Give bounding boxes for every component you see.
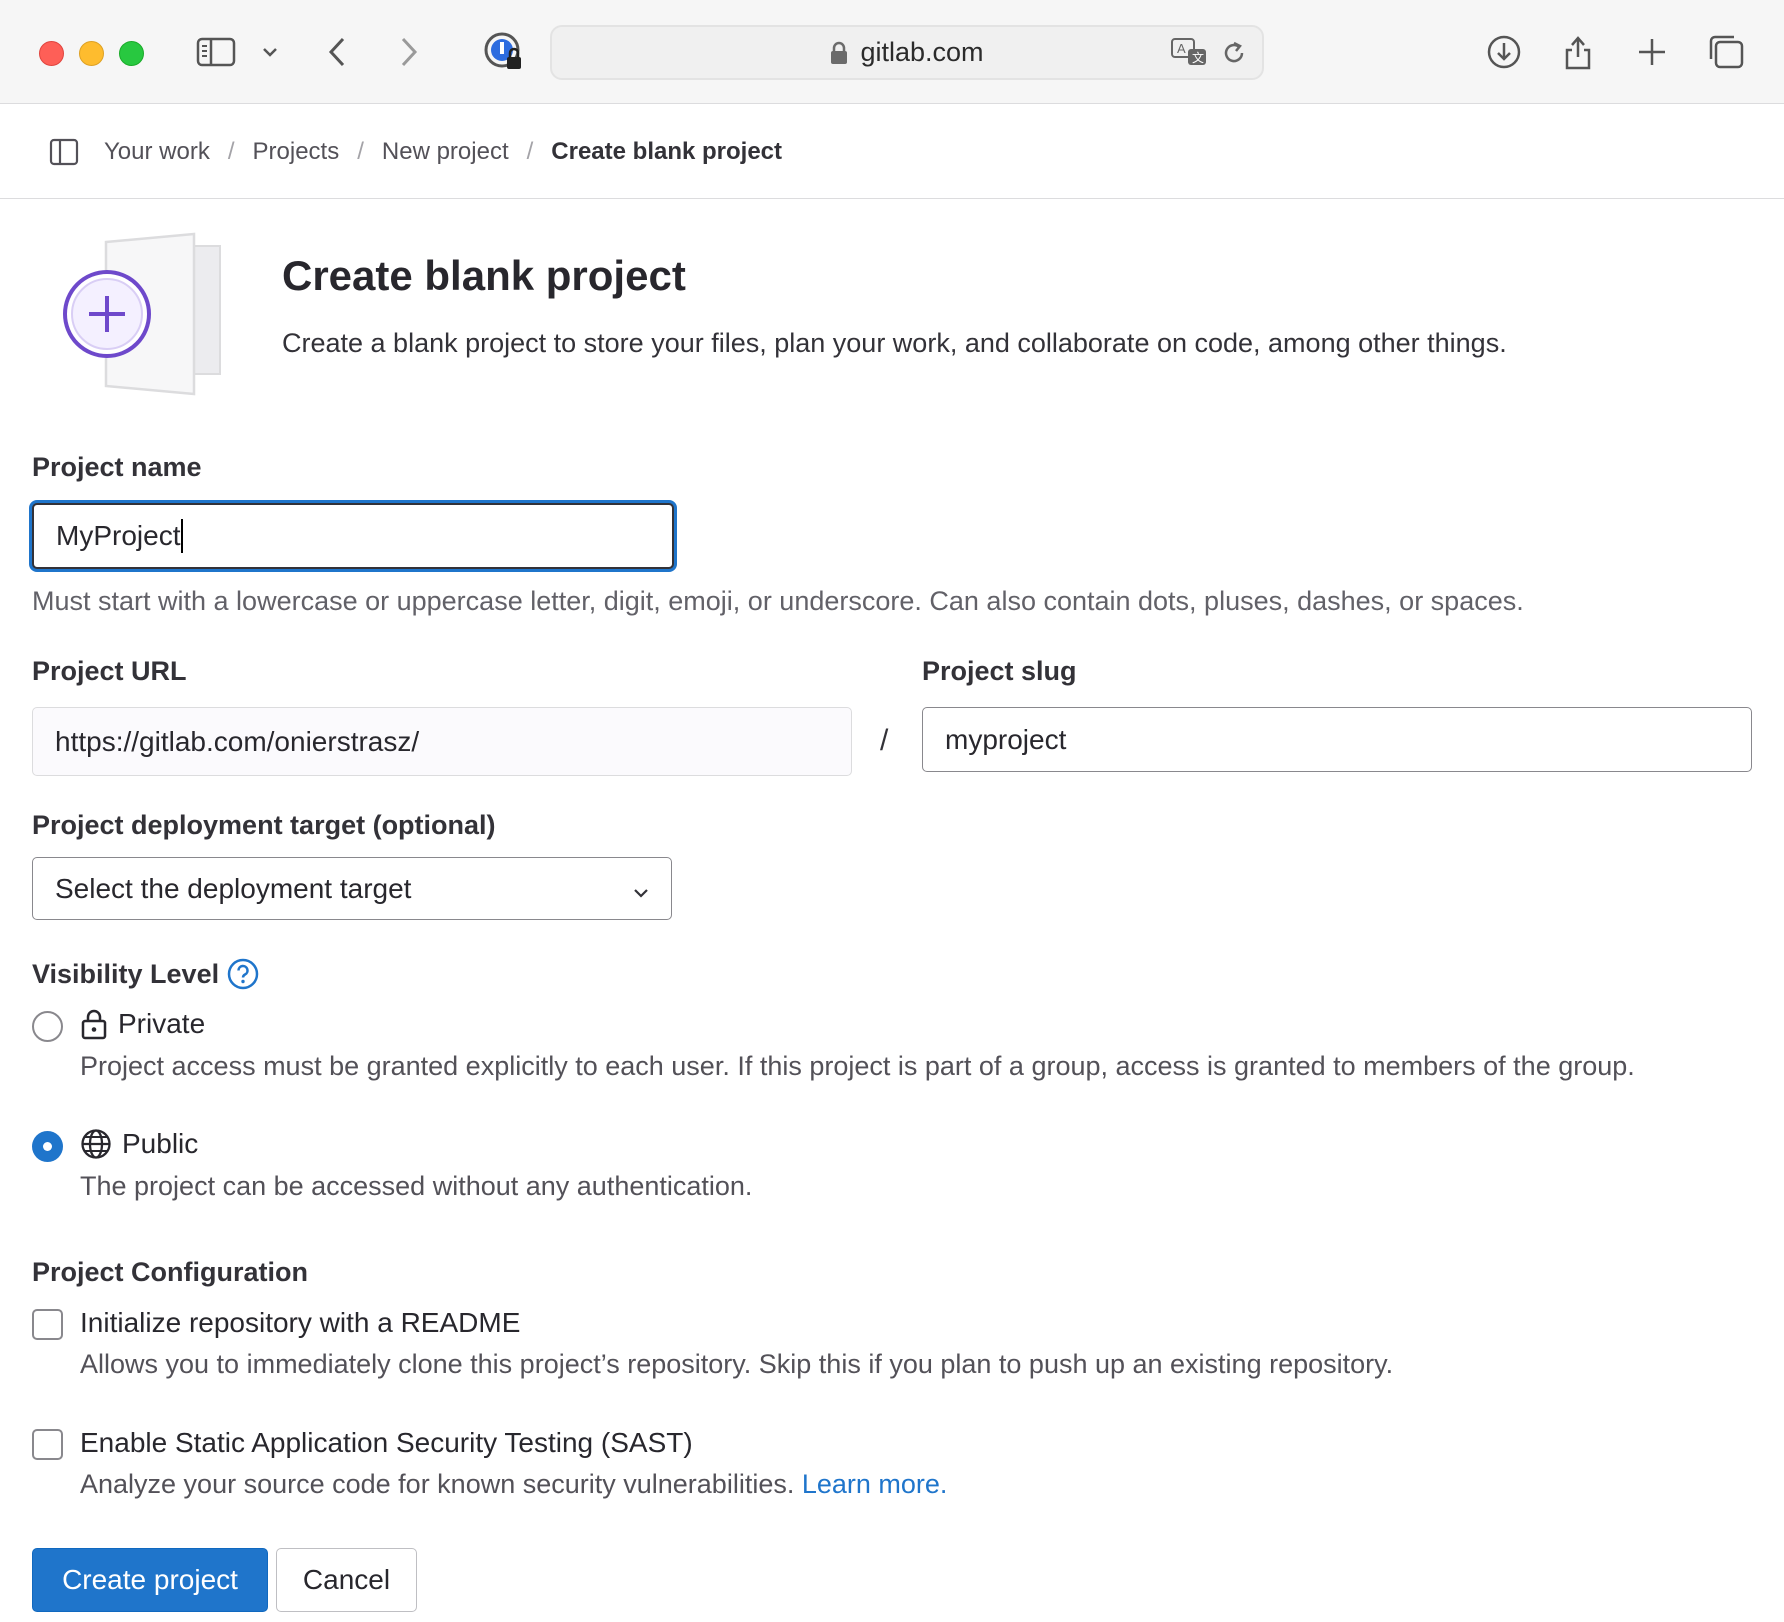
lock-icon: [81, 1009, 107, 1040]
deployment-target-value: Select the deployment target: [55, 872, 412, 904]
visibility-private-option[interactable]: Private: [80, 1008, 205, 1040]
download-icon[interactable]: [1484, 26, 1524, 78]
project-slug-value: myproject: [945, 723, 1067, 755]
question-icon[interactable]: [227, 958, 259, 990]
project-url-label: Project URL: [32, 656, 187, 686]
breadcrumb-new-project[interactable]: New project: [382, 138, 509, 166]
earth-icon: [81, 1129, 111, 1159]
password-icon[interactable]: [482, 26, 526, 78]
breadcrumb-separator: /: [357, 137, 364, 165]
project-url-field: https://gitlab.com/onierstrasz/: [32, 707, 852, 776]
reload-icon[interactable]: [1220, 39, 1248, 72]
project-slug-label: Project slug: [922, 656, 1077, 686]
project-url-value: https://gitlab.com/onierstrasz/: [55, 725, 420, 757]
visibility-public-label: Public: [122, 1128, 199, 1159]
breadcrumb-separator: /: [526, 137, 534, 165]
translate-icon[interactable]: A文: [1170, 37, 1210, 72]
url-text: gitlab.com: [860, 37, 984, 67]
sidebar-icon[interactable]: [193, 26, 239, 78]
readme-label[interactable]: Initialize repository with a README: [80, 1307, 520, 1339]
close-window-button[interactable]: [39, 41, 64, 66]
project-name-label: Project name: [32, 452, 202, 482]
svg-text:A: A: [1177, 41, 1186, 56]
breadcrumb-current: Create blank project: [551, 137, 783, 165]
learn-more-link[interactable]: Learn more.: [802, 1469, 948, 1499]
share-icon[interactable]: [1560, 26, 1596, 78]
zoom-window-button[interactable]: [119, 41, 144, 66]
minimize-window-button[interactable]: [79, 41, 104, 66]
back-icon[interactable]: [322, 26, 352, 78]
url-separator: /: [880, 724, 889, 757]
project-configuration-label: Project Configuration: [32, 1257, 308, 1287]
cancel-button[interactable]: Cancel: [276, 1548, 417, 1612]
project-name-input[interactable]: MyProject: [32, 503, 674, 569]
deployment-target-select[interactable]: Select the deployment target: [32, 857, 672, 920]
chevron-down-icon[interactable]: [258, 26, 282, 78]
chevron-down-icon: [631, 878, 651, 910]
breadcrumb-bar: Your work / Projects / New project / Cre…: [0, 104, 1784, 199]
sast-description: Analyze your source code for known secur…: [80, 1469, 795, 1499]
readme-checkbox[interactable]: [32, 1309, 63, 1340]
svg-text:文: 文: [1192, 50, 1204, 65]
visibility-public-option[interactable]: Public: [80, 1128, 198, 1160]
sidebar-toggle-icon[interactable]: [49, 138, 79, 171]
lock-icon: [831, 41, 848, 64]
breadcrumb: Your work / Projects / New project / Cre…: [104, 104, 782, 199]
page-description: Create a blank project to store your fil…: [282, 328, 1507, 358]
project-name-help: Must start with a lowercase or uppercase…: [32, 586, 1524, 616]
sast-label[interactable]: Enable Static Application Security Testi…: [80, 1427, 693, 1459]
readme-description: Allows you to immediately clone this pro…: [80, 1349, 1394, 1379]
sast-description-row: Analyze your source code for known secur…: [80, 1468, 947, 1501]
visibility-public-radio[interactable]: [32, 1131, 63, 1162]
breadcrumb-separator: /: [227, 137, 235, 165]
visibility-public-description: The project can be accessed without any …: [80, 1171, 753, 1201]
project-name-value: MyProject: [56, 520, 181, 551]
sast-checkbox[interactable]: [32, 1429, 63, 1460]
new-tab-icon[interactable]: [1634, 26, 1670, 78]
visibility-private-radio[interactable]: [32, 1011, 63, 1042]
tabs-overview-icon[interactable]: [1706, 26, 1746, 78]
create-project-button[interactable]: Create project: [32, 1548, 268, 1612]
breadcrumb-projects[interactable]: Projects: [253, 138, 340, 166]
blank-project-illustration: [60, 232, 230, 397]
deployment-target-label: Project deployment target (optional): [32, 810, 496, 840]
browser-toolbar: gitlab.com A文: [0, 0, 1784, 104]
visibility-level-heading: Visibility Level: [32, 958, 259, 990]
visibility-private-label: Private: [118, 1008, 206, 1039]
breadcrumb-your-work[interactable]: Your work: [104, 138, 210, 166]
page-title: Create blank project: [282, 252, 686, 299]
visibility-private-description: Project access must be granted explicitl…: [80, 1051, 1635, 1081]
address-bar[interactable]: gitlab.com A文: [550, 25, 1264, 80]
project-slug-input[interactable]: myproject: [922, 707, 1752, 772]
forward-icon[interactable]: [394, 26, 424, 78]
visibility-level-label: Visibility Level: [32, 958, 220, 989]
